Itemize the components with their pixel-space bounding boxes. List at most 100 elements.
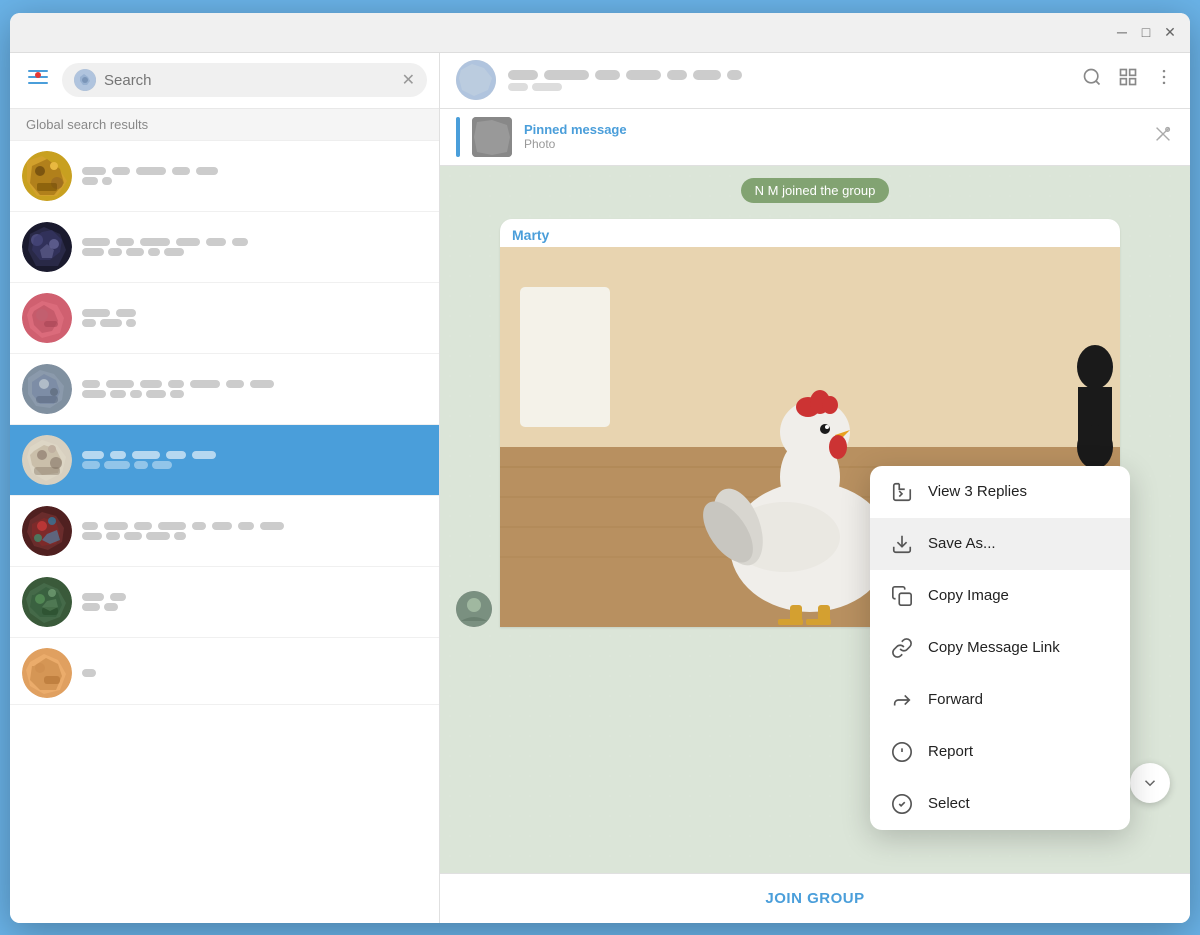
report-icon xyxy=(890,740,914,764)
search-item-name xyxy=(82,380,427,388)
search-item-name xyxy=(82,238,427,246)
minimize-button[interactable]: ─ xyxy=(1114,24,1130,40)
title-bar: ─ □ ✕ xyxy=(10,13,1190,53)
search-item-name xyxy=(82,451,427,459)
list-item[interactable] xyxy=(10,496,439,567)
search-avatar xyxy=(74,69,96,91)
report-label: Report xyxy=(928,743,973,760)
context-menu: View 3 Replies Save As... Copy Image xyxy=(870,466,1130,830)
copy-icon xyxy=(890,584,914,608)
search-item-desc xyxy=(82,319,427,327)
search-item-name xyxy=(82,593,427,601)
list-item[interactable] xyxy=(10,141,439,212)
pinned-accent xyxy=(456,117,460,157)
search-item-desc xyxy=(82,177,427,185)
search-item-desc xyxy=(82,461,427,469)
search-item-desc xyxy=(82,603,427,611)
context-menu-report[interactable]: Report xyxy=(870,726,1130,778)
search-item-content xyxy=(82,451,427,469)
search-clear-button[interactable]: ✕ xyxy=(402,70,415,90)
search-item-content xyxy=(82,238,427,256)
pinned-thumbnail xyxy=(472,117,512,157)
forward-label: Forward xyxy=(928,691,983,708)
search-item-content xyxy=(82,309,427,327)
save-as-label: Save As... xyxy=(928,535,996,552)
layout-button[interactable] xyxy=(1118,67,1138,93)
avatar xyxy=(22,293,72,343)
pinned-message[interactable]: Pinned message Photo xyxy=(440,109,1190,166)
reply-icon xyxy=(890,480,914,504)
search-item-name xyxy=(82,309,427,317)
list-item[interactable] xyxy=(10,283,439,354)
search-item-content xyxy=(82,522,427,540)
list-item[interactable] xyxy=(10,354,439,425)
message-avatar xyxy=(456,591,492,627)
main-layout: ✕ Global search results xyxy=(10,53,1190,923)
search-input[interactable] xyxy=(104,72,394,89)
chat-background: N M joined the group Marty xyxy=(440,166,1190,873)
search-item-content xyxy=(82,593,427,611)
search-item-desc xyxy=(82,390,427,398)
list-item[interactable] xyxy=(10,638,439,705)
pinned-subtitle: Photo xyxy=(524,137,1140,151)
list-item[interactable] xyxy=(10,425,439,496)
message-sender: Marty xyxy=(500,219,1120,247)
menu-button[interactable] xyxy=(22,64,54,96)
avatar xyxy=(22,506,72,556)
search-item-content xyxy=(82,669,427,677)
system-message: N M joined the group xyxy=(440,166,1190,215)
scroll-to-bottom-button[interactable] xyxy=(1130,763,1170,803)
notification-dot xyxy=(35,72,41,78)
pinned-icon xyxy=(1152,123,1174,150)
pinned-title: Pinned message xyxy=(524,122,1140,137)
chat-bottom-bar: JOIN GROUP xyxy=(440,873,1190,923)
chat-panel: Pinned message Photo N M joined the grou… xyxy=(440,53,1190,923)
context-menu-view-replies[interactable]: View 3 Replies xyxy=(870,466,1130,518)
select-icon xyxy=(890,792,914,816)
search-item-content xyxy=(82,380,427,398)
copy-link-label: Copy Message Link xyxy=(928,639,1060,656)
search-item-content xyxy=(82,167,427,185)
copy-image-label: Copy Image xyxy=(928,587,1009,604)
search-results-label: Global search results xyxy=(10,109,439,141)
view-replies-label: View 3 Replies xyxy=(928,483,1027,500)
join-group-button[interactable]: JOIN GROUP xyxy=(765,890,864,907)
title-bar-controls: ─ □ ✕ xyxy=(1114,24,1178,40)
avatar xyxy=(22,577,72,627)
system-message-bubble: N M joined the group xyxy=(741,178,890,203)
context-menu-select[interactable]: Select xyxy=(870,778,1130,830)
app-window: ─ □ ✕ xyxy=(10,13,1190,923)
chat-header-title xyxy=(508,70,1070,80)
chat-header xyxy=(440,53,1190,109)
chat-header-info xyxy=(508,70,1070,91)
chat-header-sub xyxy=(508,83,1070,91)
select-label: Select xyxy=(928,795,970,812)
list-item[interactable] xyxy=(10,567,439,638)
pinned-info: Pinned message Photo xyxy=(524,122,1140,151)
context-menu-copy-image[interactable]: Copy Image xyxy=(870,570,1130,622)
chat-header-avatar xyxy=(456,60,496,100)
context-menu-copy-link[interactable]: Copy Message Link xyxy=(870,622,1130,674)
menu-line-3 xyxy=(28,82,48,84)
search-list xyxy=(10,141,439,923)
search-item-name xyxy=(82,669,427,677)
search-bar[interactable]: ✕ xyxy=(62,63,427,97)
chat-header-icons xyxy=(1082,67,1174,93)
search-item-desc xyxy=(82,248,427,256)
forward-icon xyxy=(890,688,914,712)
context-menu-forward[interactable]: Forward xyxy=(870,674,1130,726)
search-item-name xyxy=(82,167,427,175)
close-button[interactable]: ✕ xyxy=(1162,24,1178,40)
maximize-button[interactable]: □ xyxy=(1138,24,1154,40)
context-menu-save-as[interactable]: Save As... xyxy=(870,518,1130,570)
sidebar-header: ✕ xyxy=(10,53,439,109)
avatar xyxy=(22,435,72,485)
avatar xyxy=(22,222,72,272)
avatar xyxy=(22,151,72,201)
link-icon xyxy=(890,636,914,660)
search-item-desc xyxy=(82,532,427,540)
list-item[interactable] xyxy=(10,212,439,283)
avatar xyxy=(22,364,72,414)
search-chat-button[interactable] xyxy=(1082,67,1102,93)
more-options-button[interactable] xyxy=(1154,67,1174,93)
